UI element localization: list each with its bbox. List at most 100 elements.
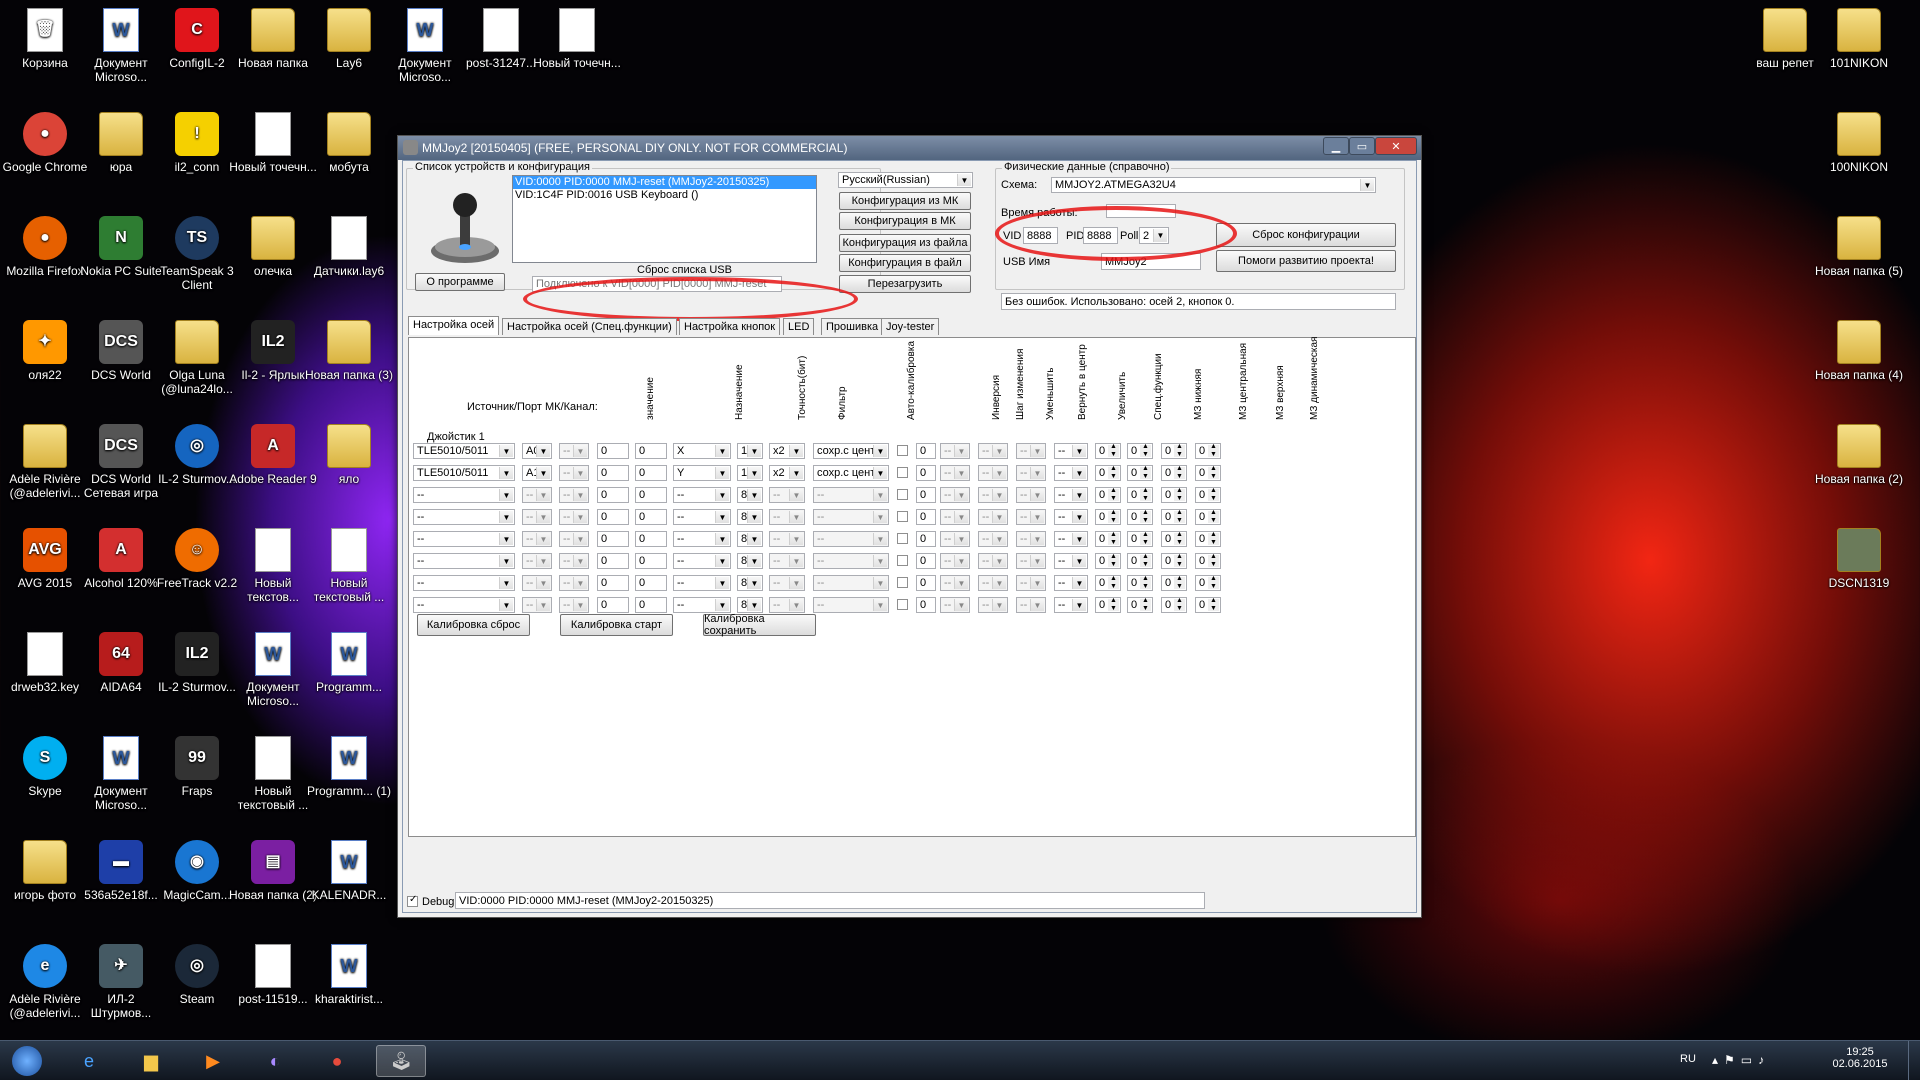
calibration-start-button[interactable]: Калибровка старт	[560, 614, 673, 636]
axis-bits-select[interactable]: 12▼	[737, 465, 763, 481]
axis-raw-field[interactable]: 0	[635, 597, 667, 613]
axis-deadzone-high-spinner[interactable]: 0 ▲ ▼	[1161, 487, 1187, 503]
config-to-mk-button[interactable]: Конфигурация в МК	[839, 212, 971, 230]
axis-deadzone-mid-spinner[interactable]: 0 ▲ ▼	[1127, 531, 1153, 547]
axis-value-field[interactable]: 0	[597, 553, 629, 569]
axis-calibration-select[interactable]: -- ▼	[813, 597, 889, 613]
axis-filter-select[interactable]: x2 ▼	[769, 465, 805, 481]
desktop-icon[interactable]: Wkharaktirist...	[304, 944, 394, 1006]
axis-source-select[interactable]: -- ▼	[413, 509, 515, 525]
axis-increase-select[interactable]: -- ▼	[1016, 487, 1046, 503]
device-list[interactable]: VID:0000 PID:0000 MMJ-reset (MMJoy2-2015…	[512, 175, 817, 263]
desktop-icon[interactable]: Новая папка (4)	[1814, 320, 1904, 382]
axis-special-select[interactable]: -- ▼	[1054, 553, 1088, 569]
axis-special-select[interactable]: -- ▼	[1054, 597, 1088, 613]
axis-filter-select[interactable]: -- ▼	[769, 553, 805, 569]
axis-step-field[interactable]: 0	[916, 465, 936, 481]
axis-center-select[interactable]: -- ▼	[978, 553, 1008, 569]
help-project-button[interactable]: Помоги развитию проекта!	[1216, 250, 1396, 272]
minimize-button[interactable]: ▁	[1323, 137, 1349, 155]
axis-raw-field[interactable]: 0	[635, 465, 667, 481]
axis-deadzone-low-spinner[interactable]: 0 ▲ ▼	[1095, 553, 1121, 569]
axis-bits-select[interactable]: 8 ▼	[737, 553, 763, 569]
axis-center-select[interactable]: -- ▼	[978, 487, 1008, 503]
axis-port-select[interactable]: -- ▼	[522, 487, 552, 503]
calibration-save-button[interactable]: Калибровка сохранить	[703, 613, 816, 637]
axis-decrease-select[interactable]: -- ▼	[940, 443, 970, 459]
axis-source-select[interactable]: -- ▼	[413, 531, 515, 547]
axis-center-select[interactable]: -- ▼	[978, 465, 1008, 481]
axis-invert-checkbox[interactable]	[897, 599, 908, 610]
axis-port-select[interactable]: -- ▼	[522, 531, 552, 547]
reset-usb-list-label[interactable]: Сброс списка USB	[637, 264, 732, 276]
axis-invert-checkbox[interactable]	[897, 533, 908, 544]
axis-deadzone-high-spinner[interactable]: 0 ▲ ▼	[1161, 443, 1187, 459]
axis-decrease-select[interactable]: -- ▼	[940, 531, 970, 547]
desktop-icon[interactable]: Датчики.lay6	[304, 216, 394, 278]
axis-filter-select[interactable]: -- ▼	[769, 575, 805, 591]
axis-deadzone-low-spinner[interactable]: 0 ▲ ▼	[1095, 443, 1121, 459]
axis-assign-select[interactable]: -- ▼	[673, 509, 731, 525]
tab-buttons[interactable]: Настройка кнопок	[679, 318, 781, 335]
axis-special-select[interactable]: -- ▼	[1054, 531, 1088, 547]
axis-channel-select[interactable]: -- ▼	[559, 553, 589, 569]
desktop-icon[interactable]: Новый точечн...	[532, 8, 622, 70]
axis-center-select[interactable]: -- ▼	[978, 443, 1008, 459]
axis-special-select[interactable]: -- ▼	[1054, 509, 1088, 525]
axis-special-select[interactable]: -- ▼	[1054, 575, 1088, 591]
axis-assign-select[interactable]: -- ▼	[673, 575, 731, 591]
axis-assign-select[interactable]: -- ▼	[673, 531, 731, 547]
desktop-icon[interactable]: W KALENADR...	[304, 840, 394, 902]
desktop-icon[interactable]: W Programm... (1)	[304, 736, 394, 798]
axis-invert-checkbox[interactable]	[897, 445, 908, 456]
axis-value-field[interactable]: 0	[597, 465, 629, 481]
axis-invert-checkbox[interactable]	[897, 577, 908, 588]
axis-channel-select[interactable]: -- ▼	[559, 531, 589, 547]
axis-deadzone-dynamic-spinner[interactable]: 0 ▲ ▼	[1195, 575, 1221, 591]
language-indicator[interactable]: RU	[1680, 1053, 1696, 1065]
axis-deadzone-dynamic-spinner[interactable]: 0 ▲ ▼	[1195, 487, 1221, 503]
axis-assign-select[interactable]: Y ▼	[673, 465, 731, 481]
axis-deadzone-low-spinner[interactable]: 0 ▲ ▼	[1095, 597, 1121, 613]
axis-deadzone-dynamic-spinner[interactable]: 0 ▲ ▼	[1195, 509, 1221, 525]
axis-port-select[interactable]: A0 ▼	[522, 443, 552, 459]
axis-step-field[interactable]: 0	[916, 597, 936, 613]
axis-port-select[interactable]: -- ▼	[522, 575, 552, 591]
axis-port-select[interactable]: A1 ▼	[522, 465, 552, 481]
axis-deadzone-high-spinner[interactable]: 0 ▲ ▼	[1161, 575, 1187, 591]
axis-step-field[interactable]: 0	[916, 509, 936, 525]
axis-value-field[interactable]: 0	[597, 509, 629, 525]
desktop-icon[interactable]: 100NIKON	[1814, 112, 1904, 174]
language-select[interactable]: Русский(Russian) ▼	[838, 172, 973, 188]
axis-deadzone-dynamic-spinner[interactable]: 0 ▲ ▼	[1195, 443, 1221, 459]
axis-assign-select[interactable]: X ▼	[673, 443, 731, 459]
tab-axes-special[interactable]: Настройка осей (Спец.функции)	[502, 318, 677, 335]
axis-channel-select[interactable]: -- ▼	[559, 465, 589, 481]
axis-decrease-select[interactable]: -- ▼	[940, 465, 970, 481]
axis-deadzone-mid-spinner[interactable]: 0 ▲ ▼	[1127, 443, 1153, 459]
axis-calibration-select[interactable]: сохр.с центром ▼	[813, 443, 889, 459]
axis-decrease-select[interactable]: -- ▼	[940, 597, 970, 613]
axis-deadzone-mid-spinner[interactable]: 0 ▲ ▼	[1127, 465, 1153, 481]
axis-value-field[interactable]: 0	[597, 531, 629, 547]
axis-bits-select[interactable]: 8 ▼	[737, 597, 763, 613]
axis-raw-field[interactable]: 0	[635, 531, 667, 547]
axis-filter-select[interactable]: -- ▼	[769, 509, 805, 525]
chrome-icon[interactable]: ●	[314, 1045, 360, 1077]
axis-channel-select[interactable]: -- ▼	[559, 597, 589, 613]
axis-deadzone-dynamic-spinner[interactable]: 0 ▲ ▼	[1195, 597, 1221, 613]
scheme-select[interactable]: MMJOY2.ATMEGA32U4 ▼	[1051, 177, 1376, 193]
media-player-icon[interactable]: ▶	[190, 1045, 236, 1077]
axis-deadzone-dynamic-spinner[interactable]: 0 ▲ ▼	[1195, 531, 1221, 547]
axis-deadzone-low-spinner[interactable]: 0 ▲ ▼	[1095, 465, 1121, 481]
axis-bits-select[interactable]: 12▼	[737, 443, 763, 459]
axis-special-select[interactable]: -- ▼	[1054, 443, 1088, 459]
axis-deadzone-mid-spinner[interactable]: 0 ▲ ▼	[1127, 487, 1153, 503]
axis-source-select[interactable]: TLE5010/5011 ▼	[413, 443, 515, 459]
axis-step-field[interactable]: 0	[916, 443, 936, 459]
axis-filter-select[interactable]: -- ▼	[769, 597, 805, 613]
axis-increase-select[interactable]: -- ▼	[1016, 443, 1046, 459]
axis-bits-select[interactable]: 8 ▼	[737, 509, 763, 525]
axis-step-field[interactable]: 0	[916, 575, 936, 591]
axis-port-select[interactable]: -- ▼	[522, 509, 552, 525]
